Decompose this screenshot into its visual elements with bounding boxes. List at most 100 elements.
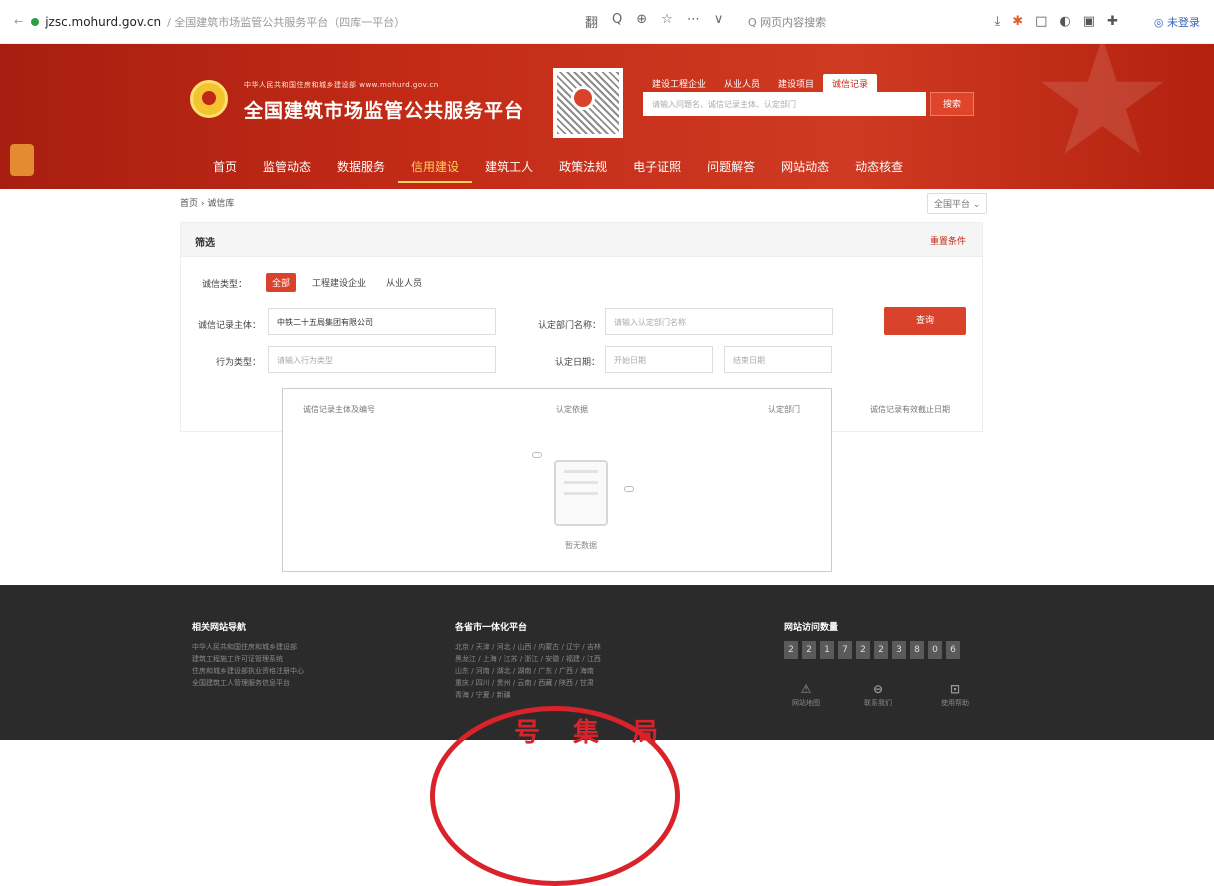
game-icon[interactable]: ◐	[1059, 14, 1070, 29]
column-header-expiry: 诚信记录有效截止日期	[870, 405, 950, 414]
nav-item-data[interactable]: 数据服务	[324, 152, 398, 183]
national-emblem-logo	[190, 80, 228, 118]
counter-digit: 1	[820, 641, 834, 659]
nav-item-credit[interactable]: 信用建设	[398, 152, 473, 183]
ministry-text: 中华人民共和国住房和城乡建设部 www.mohurd.gov.cn	[244, 81, 439, 89]
browser-search-input[interactable]: Q 网页内容搜索	[748, 14, 826, 30]
nav-item-home[interactable]: 首页	[200, 152, 250, 183]
footer-link[interactable]: 中华人民共和国住房和城乡建设部	[192, 641, 297, 653]
more-icon[interactable]: ⋯	[687, 12, 700, 31]
browser-right-icons: ⤓ ✱ □ ◐ ▣ ✚	[995, 14, 1119, 29]
qr-logo-icon	[571, 86, 595, 110]
nav-item-news[interactable]: 监管动态	[250, 152, 324, 183]
empty-data-icon	[554, 460, 608, 526]
counter-digit: 2	[856, 641, 870, 659]
platform-title[interactable]: 全国建筑市场监管公共服务平台	[244, 96, 524, 123]
empty-data-text: 暂无数据	[565, 541, 597, 550]
puzzle-icon[interactable]: ✚	[1107, 14, 1118, 29]
dept-input[interactable]: 请输入认定部门名称	[605, 308, 833, 335]
date-end-input[interactable]: 结束日期	[724, 346, 832, 373]
footer-province-links[interactable]: 重庆 / 四川 / 贵州 / 云南 / 西藏 / 陕西 / 甘肃	[455, 677, 594, 689]
nav-item-policy[interactable]: 政策法规	[546, 152, 620, 183]
footer-province-links[interactable]: 黑龙江 / 上海 / 江苏 / 浙江 / 安徽 / 福建 / 江西	[455, 653, 601, 665]
extension-icon[interactable]: ⊕	[636, 12, 647, 31]
address-bar-url[interactable]: jzsc.mohurd.gov.cn	[45, 15, 161, 29]
subject-label: 诚信记录主体：	[198, 321, 262, 331]
counter-digit: 2	[784, 641, 798, 659]
header-search-button[interactable]: 搜索	[930, 92, 974, 116]
visit-counter: 2 2 1 7 2 2 3 8 0 6	[784, 641, 960, 659]
column-header-dept: 认定部门	[768, 405, 800, 414]
column-header-basis: 认定依据	[556, 405, 588, 414]
search-tab-personnel[interactable]: 从业人员	[715, 74, 769, 93]
query-button[interactable]: 查询	[884, 307, 966, 335]
counter-digit: 2	[874, 641, 888, 659]
behavior-type-input[interactable]: 请输入行为类型	[268, 346, 496, 373]
contact-icon: ⊖	[872, 682, 884, 696]
credit-type-label: 诚信类型：	[202, 280, 248, 290]
behavior-type-label: 行为类型：	[216, 358, 262, 368]
window-icon[interactable]: □	[1035, 14, 1047, 29]
dept-label: 认定部门名称：	[538, 321, 602, 331]
sitemap-link[interactable]: ⚠ 网站地图	[784, 682, 828, 708]
footer-link[interactable]: 全国建筑工人管理服务信息平台	[192, 677, 290, 689]
addon-icon[interactable]: ✱	[1012, 14, 1023, 29]
secure-icon	[31, 17, 40, 26]
column-header-subject: 诚信记录主体及编号	[303, 405, 375, 414]
filter-title: 筛选	[195, 238, 215, 249]
nav-item-faq[interactable]: 问题解答	[694, 152, 768, 183]
help-link[interactable]: ⊡ 使用帮助	[933, 682, 977, 708]
nav-item-site-news[interactable]: 网站动态	[768, 152, 842, 183]
footer-province-links[interactable]: 北京 / 天津 / 河北 / 山西 / 内蒙古 / 辽宁 / 吉林	[455, 641, 601, 653]
breadcrumb[interactable]: 首页 › 诚信库	[180, 196, 234, 209]
platform-select[interactable]: 全国平台 ⌄	[927, 193, 988, 214]
footer-provinces-title: 各省市一体化平台	[455, 623, 528, 633]
translate-icon[interactable]: 翻	[585, 12, 598, 31]
footer-link[interactable]: 建筑工程施工许可证管理系统	[192, 653, 283, 665]
footer-province-links[interactable]: 山东 / 河南 / 湖北 / 湖南 / 广东 / 广西 / 海南	[455, 665, 594, 677]
favorite-star-icon[interactable]: ☆	[661, 12, 673, 31]
search-zoom-icon[interactable]: Q	[612, 12, 622, 31]
contact-link[interactable]: ⊖ 联系我们	[856, 682, 900, 708]
sitemap-icon: ⚠	[800, 682, 812, 696]
search-tabs: 建设工程企业 从业人员 建设项目 诚信记录	[643, 74, 878, 93]
reset-filters-link[interactable]: 重置条件	[930, 234, 966, 247]
screenshot-icon[interactable]: ▣	[1083, 14, 1095, 29]
date-start-input[interactable]: 开始日期	[605, 346, 713, 373]
counter-digit: 6	[946, 641, 960, 659]
footer-province-links[interactable]: 青海 / 宁夏 / 新疆	[455, 689, 511, 701]
header-search-input[interactable]: 请输入问题名、诚信记录主体、认定部门	[643, 92, 926, 116]
type-option-personnel[interactable]: 从业人员	[380, 273, 428, 292]
type-option-all[interactable]: 全部	[266, 273, 297, 292]
browser-toolbar-icons: 翻 Q ⊕ ☆ ⋯ ∨	[585, 12, 723, 31]
footer-visits-title: 网站访问数量	[784, 623, 839, 633]
help-icon: ⊡	[949, 682, 961, 696]
dropdown-chevron-icon[interactable]: ∨	[714, 12, 724, 31]
search-tab-credit[interactable]: 诚信记录	[823, 74, 878, 93]
nav-item-workers[interactable]: 建筑工人	[472, 152, 546, 183]
counter-digit: 7	[838, 641, 852, 659]
search-tab-enterprise[interactable]: 建设工程企业	[643, 74, 715, 93]
counter-digit: 3	[892, 641, 906, 659]
download-icon[interactable]: ⤓	[995, 14, 1001, 29]
footer-links-title: 相关网站导航	[192, 623, 247, 633]
main-nav: 首页 监管动态 数据服务 信用建设 建筑工人 政策法规 电子证照 问题解答 网站…	[200, 152, 916, 183]
page-title-tab: / 全国建筑市场监管公共服务平台（四库一平台）	[167, 15, 406, 29]
star-decoration-icon: ★	[1030, 44, 1174, 189]
back-icon[interactable]: ←	[14, 15, 23, 28]
qr-code-image	[553, 68, 623, 138]
counter-digit: 0	[928, 641, 942, 659]
stamp-text: 号 集 局	[514, 718, 671, 748]
browser-toolbar: ← jzsc.mohurd.gov.cn / 全国建筑市场监管公共服务平台（四库…	[0, 0, 1214, 44]
subject-input[interactable]: 中铁二十五局集团有限公司	[268, 308, 496, 335]
footer-link[interactable]: 住房和城乡建设部执业资格注册中心	[192, 665, 304, 677]
side-float-tab[interactable]	[10, 144, 34, 176]
filter-panel-header: 筛选 重置条件	[181, 223, 982, 257]
type-option-enterprise[interactable]: 工程建设企业	[306, 273, 372, 292]
login-status[interactable]: ◎ 未登录	[1154, 14, 1200, 30]
counter-digit: 2	[802, 641, 816, 659]
nav-item-certificates[interactable]: 电子证照	[620, 152, 694, 183]
nav-item-verification[interactable]: 动态核查	[842, 152, 916, 183]
search-tab-project[interactable]: 建设项目	[769, 74, 823, 93]
counter-digit: 8	[910, 641, 924, 659]
